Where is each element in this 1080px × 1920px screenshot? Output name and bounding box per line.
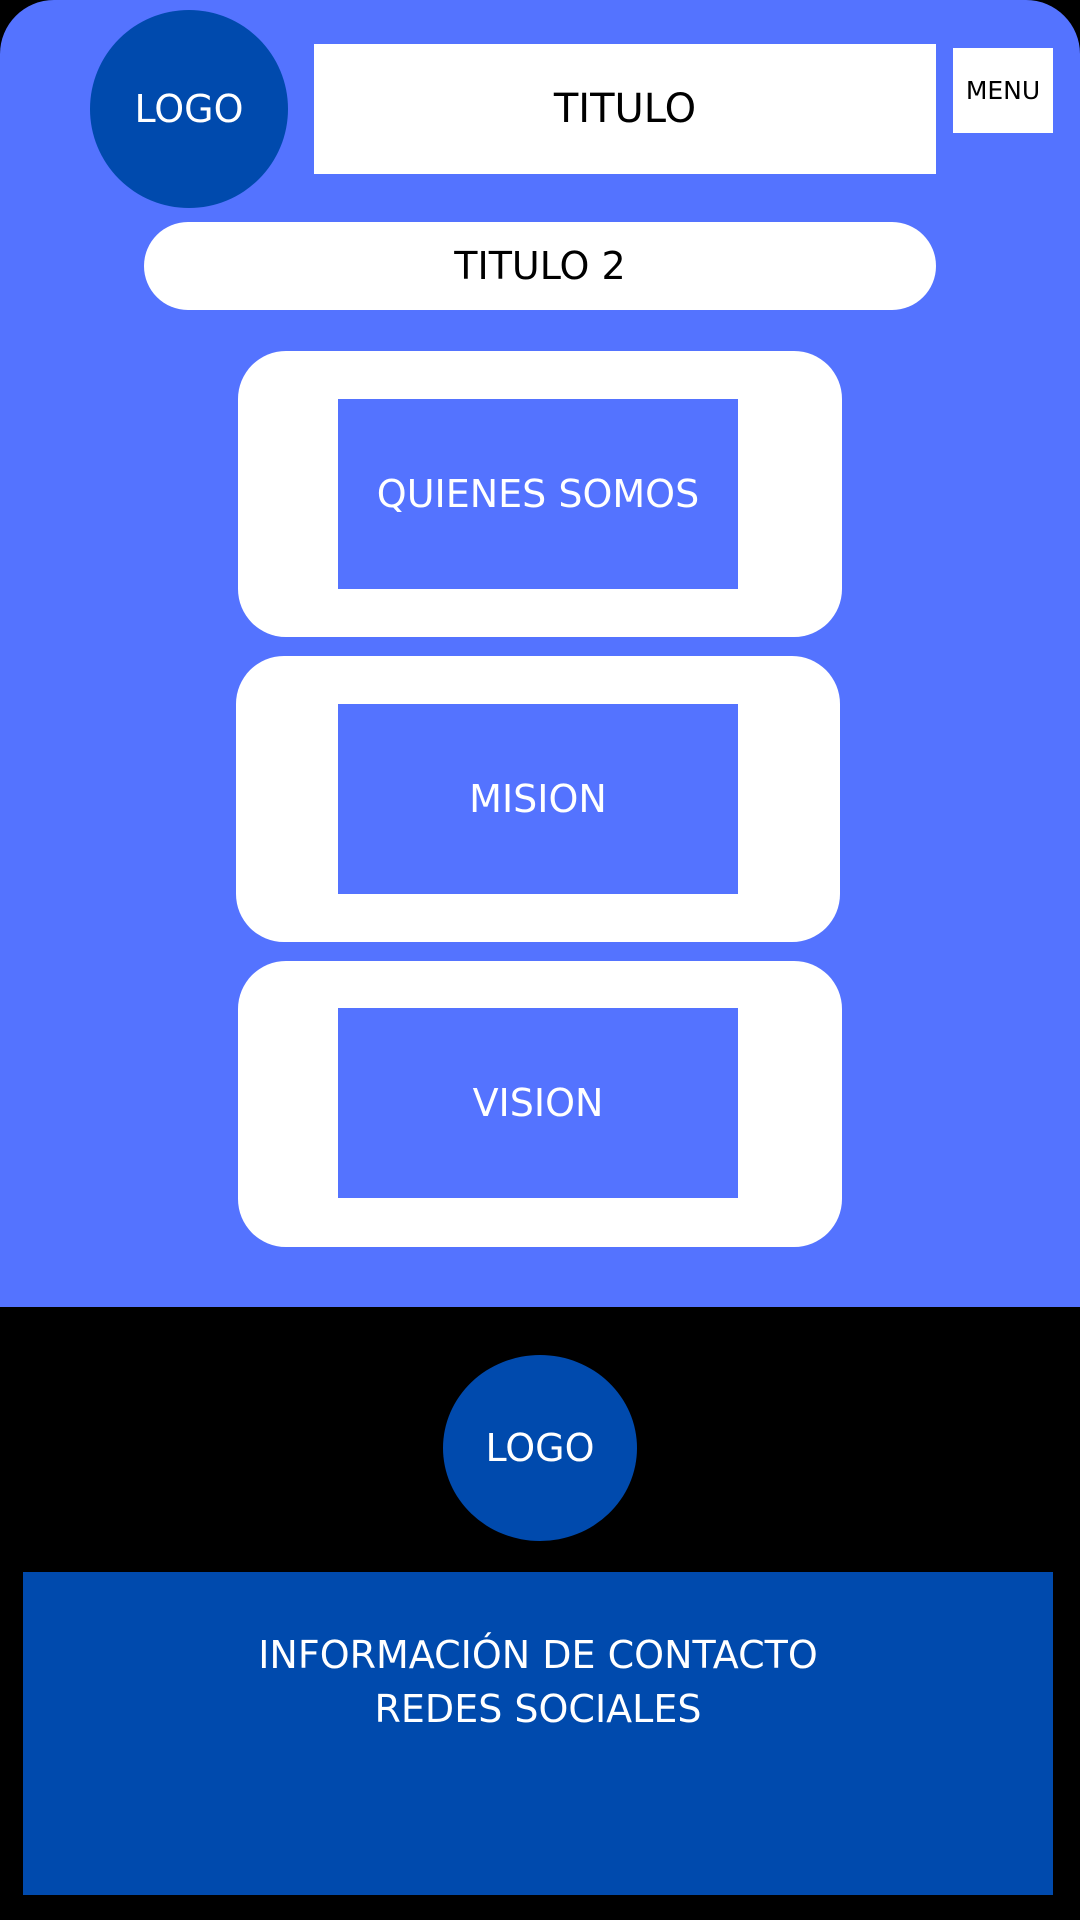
menu-button-label: MENU — [965, 76, 1041, 105]
section-button-vision[interactable]: VISION — [338, 1008, 738, 1198]
section-label-mision: MISION — [469, 777, 607, 821]
footer-logo[interactable]: LOGO — [443, 1355, 637, 1541]
menu-button[interactable]: MENU — [953, 48, 1053, 133]
social-media-link[interactable]: REDES SOCIALES — [23, 1682, 1053, 1736]
header-logo-label: LOGO — [134, 87, 244, 131]
page-subtitle: TITULO 2 — [144, 222, 936, 310]
section-button-quienes-somos[interactable]: QUIENES SOMOS — [338, 399, 738, 589]
page-subtitle-text: TITULO 2 — [454, 244, 626, 288]
section-label-vision: VISION — [472, 1081, 604, 1125]
header-logo[interactable]: LOGO — [90, 10, 288, 208]
footer-logo-label: LOGO — [485, 1426, 595, 1470]
footer-info-panel: INFORMACIÓN DE CONTACTO REDES SOCIALES — [23, 1572, 1053, 1895]
page-title: TITULO — [314, 44, 936, 174]
main-content-area: LOGO TITULO MENU TITULO 2 QUIENES SOMOS … — [0, 0, 1080, 1307]
page-title-text: TITULO — [553, 86, 697, 132]
contact-info-link[interactable]: INFORMACIÓN DE CONTACTO — [23, 1628, 1053, 1682]
section-button-mision[interactable]: MISION — [338, 704, 738, 894]
section-label-quienes-somos: QUIENES SOMOS — [376, 472, 700, 516]
